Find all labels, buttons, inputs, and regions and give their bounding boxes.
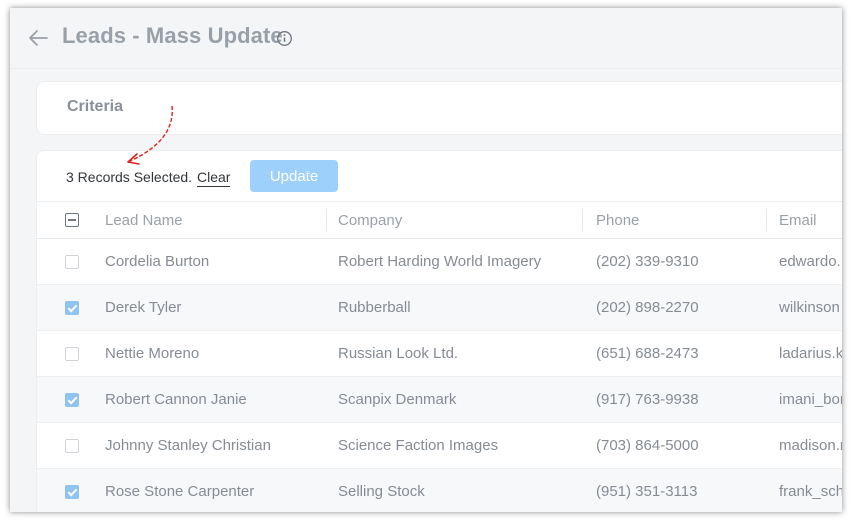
criteria-panel[interactable]: Criteria <box>36 81 842 135</box>
table-row[interactable]: Nettie Moreno Russian Look Ltd. (651) 68… <box>37 331 842 377</box>
lead-name-cell: Derek Tyler <box>105 299 182 316</box>
arrow-left-icon[interactable] <box>26 26 50 50</box>
row-check-cell <box>65 331 85 376</box>
company-cell: Science Faction Images <box>338 437 499 454</box>
records-panel: 3 Records Selected. Clear Update Lead Na… <box>36 150 842 512</box>
row-checkbox[interactable] <box>65 392 79 407</box>
column-header-company[interactable]: Company <box>338 202 578 238</box>
column-divider[interactable] <box>326 209 327 231</box>
row-checkbox[interactable] <box>65 254 79 269</box>
info-circle-icon[interactable] <box>276 30 293 47</box>
update-button[interactable]: Update <box>250 160 338 192</box>
row-check-cell <box>65 285 85 330</box>
row-checkbox[interactable] <box>65 300 79 315</box>
phone-cell: (951) 351-3113 <box>596 483 698 500</box>
email-cell: imani_bor <box>779 391 842 408</box>
lead-name-cell: Rose Stone Carpenter <box>105 483 255 500</box>
select-all-cell <box>65 202 85 238</box>
page-header: Leads - Mass Update <box>10 8 842 69</box>
phone-cell: (917) 763-9938 <box>596 391 699 408</box>
column-divider[interactable] <box>582 209 583 231</box>
row-check-cell <box>65 423 85 468</box>
company-cell: Rubberball <box>338 299 411 316</box>
table-row[interactable]: Cordelia Burton Robert Harding World Ima… <box>37 239 842 285</box>
row-check-cell <box>65 239 85 284</box>
lead-name-cell: Johnny Stanley Christian <box>105 437 271 454</box>
table-row[interactable]: Rose Stone Carpenter Selling Stock (951)… <box>37 469 842 512</box>
table-row[interactable]: Robert Cannon Janie Scanpix Denmark (917… <box>37 377 842 423</box>
phone-cell: (202) 339-9310 <box>596 253 699 270</box>
table-header-row: Lead Name Company Phone Email <box>37 202 842 239</box>
company-cell: Robert Harding World Imagery <box>338 253 542 270</box>
row-checkbox[interactable] <box>65 346 79 361</box>
criteria-label: Criteria <box>67 98 124 115</box>
phone-cell: (651) 688-2473 <box>596 345 699 362</box>
selected-count-text: 3 Records Selected. <box>66 169 193 185</box>
email-cell: madison.r <box>779 437 842 454</box>
column-header-phone[interactable]: Phone <box>596 202 766 238</box>
row-checkbox[interactable] <box>65 484 79 499</box>
lead-name-cell: Robert Cannon Janie <box>105 391 247 408</box>
column-header-lead-name[interactable]: Lead Name <box>105 202 325 238</box>
company-cell: Scanpix Denmark <box>338 391 457 408</box>
app-window: Leads - Mass Update Criteria 3 Records S… <box>10 8 842 512</box>
selection-toolbar: 3 Records Selected. Clear Update <box>37 151 842 202</box>
column-header-email[interactable]: Email <box>779 202 842 238</box>
company-cell: Russian Look Ltd. <box>338 345 459 362</box>
row-check-cell <box>65 469 85 512</box>
lead-name-cell: Cordelia Burton <box>105 253 210 270</box>
company-cell: Selling Stock <box>338 483 425 500</box>
row-check-cell <box>65 377 85 422</box>
column-divider[interactable] <box>766 209 767 231</box>
phone-cell: (202) 898-2270 <box>596 299 699 316</box>
lead-name-cell: Nettie Moreno <box>105 345 200 362</box>
email-cell: ladarius.k <box>779 345 842 362</box>
email-cell: wilkinson <box>779 299 840 316</box>
select-all-checkbox[interactable] <box>65 213 79 227</box>
table-row[interactable]: Johnny Stanley Christian Science Faction… <box>37 423 842 469</box>
leads-table: Lead Name Company Phone Email Cordelia B… <box>37 202 842 512</box>
row-checkbox[interactable] <box>65 438 79 453</box>
clear-selection-link[interactable]: Clear <box>197 169 231 187</box>
table-row[interactable]: Derek Tyler Rubberball (202) 898-2270 wi… <box>37 285 842 331</box>
email-cell: edwardo. <box>779 253 841 270</box>
page-title: Leads - Mass Update <box>62 23 283 48</box>
phone-cell: (703) 864-5000 <box>596 437 699 454</box>
email-cell: frank_sch <box>779 483 842 500</box>
